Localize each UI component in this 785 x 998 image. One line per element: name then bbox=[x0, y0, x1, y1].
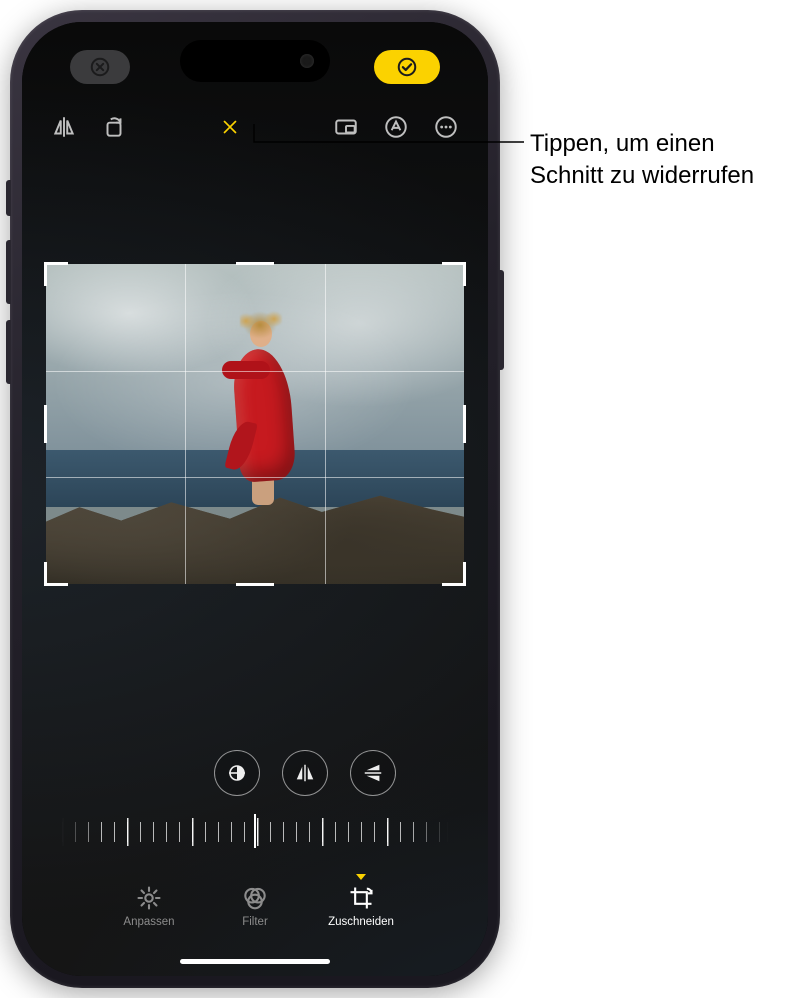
callout-leader bbox=[0, 0, 785, 998]
